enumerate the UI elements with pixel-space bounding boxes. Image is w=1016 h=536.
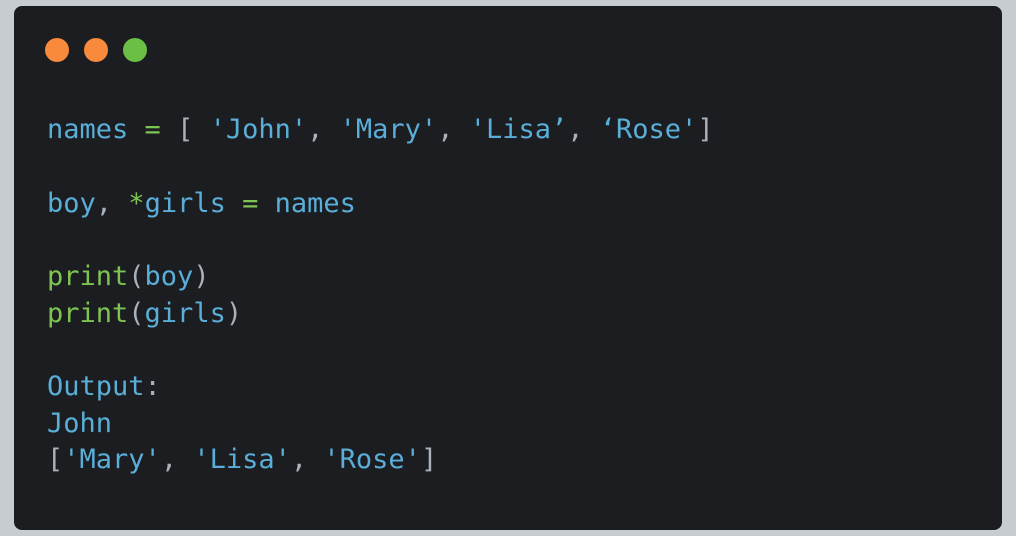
code-token: names [47, 114, 129, 145]
code-token: : [144, 371, 161, 402]
code-token: , [290, 444, 324, 475]
code-token: ‘Rose' [599, 114, 698, 145]
code-token: ] [697, 114, 714, 145]
code-token: ] [420, 444, 438, 475]
code-token: * [128, 187, 145, 219]
code-token: John [47, 407, 113, 439]
code-token: Output [47, 371, 145, 402]
code-token: print [47, 297, 129, 329]
code-token: names [274, 187, 356, 219]
code-token: , [307, 114, 340, 145]
code-token: boy [47, 187, 96, 219]
window-controls [45, 38, 147, 62]
minimize-dot-icon[interactable] [84, 38, 108, 62]
code-line: names = [ 'John', 'Mary', 'Lisa’, ‘Rose'… [47, 112, 714, 149]
code-line: John [47, 406, 714, 443]
code-token: ) [193, 261, 210, 292]
code-line: print(boy) [47, 259, 714, 296]
code-token: , [567, 114, 600, 145]
code-token: 'Mary' [63, 444, 161, 475]
code-token: boy [144, 261, 194, 292]
code-token: 'Lisa' [193, 444, 291, 475]
code-token: , [95, 187, 129, 219]
code-token: = [242, 187, 259, 219]
code-line: Output: [47, 369, 714, 406]
code-token: [ [160, 114, 210, 145]
code-line: print(girls) [47, 296, 714, 333]
code-token: [ [47, 444, 64, 475]
code-token: ( [128, 261, 145, 292]
maximize-dot-icon[interactable] [123, 38, 147, 62]
code-token: 'Lisa’ [469, 114, 568, 145]
code-token: 'John' [209, 114, 308, 145]
code-token: girls [144, 187, 226, 219]
code-line: ['Mary', 'Lisa', 'Rose'] [47, 442, 714, 479]
code-token: 'Mary' [339, 114, 438, 145]
close-dot-icon[interactable] [45, 38, 69, 62]
code-token: = [144, 114, 161, 145]
code-line: boy, *girls = names [47, 186, 714, 223]
code-token: print [47, 261, 129, 292]
code-token: 'Rose' [323, 444, 421, 475]
code-token: ) [225, 297, 243, 329]
code-token: girls [144, 297, 226, 329]
code-token: ( [128, 297, 145, 329]
code-token: , [437, 114, 470, 145]
code-token: , [160, 444, 194, 475]
code-block: names = [ 'John', 'Mary', 'Lisa’, ‘Rose'… [47, 112, 714, 479]
code-window: names = [ 'John', 'Mary', 'Lisa’, ‘Rose'… [14, 6, 1002, 530]
